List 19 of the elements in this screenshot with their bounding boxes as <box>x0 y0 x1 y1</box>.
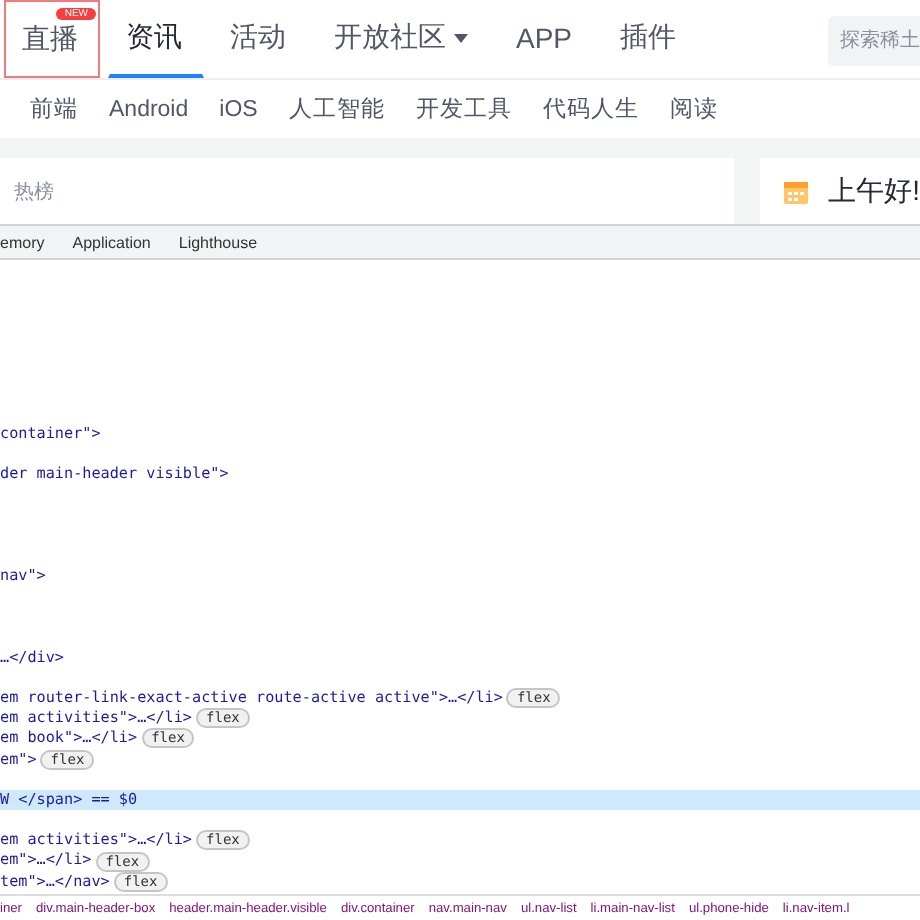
devtools-tab[interactable]: Application <box>72 233 151 251</box>
greeting-text: 上午好! <box>828 173 920 209</box>
devtools-tab[interactable]: Lighthouse <box>178 233 258 251</box>
category-link[interactable]: 人工智能 <box>288 94 385 124</box>
nav-tab[interactable]: 开放社区 <box>316 0 490 78</box>
nav-tab[interactable]: 活动 <box>212 0 308 78</box>
category-link[interactable]: 代码人生 <box>542 94 639 124</box>
category-link[interactable]: 前端 <box>30 94 78 124</box>
hot-list-title: 热榜 <box>14 179 54 205</box>
category-link[interactable]: 开发工具 <box>415 94 512 124</box>
category-link[interactable]: Android <box>109 97 189 121</box>
nav-tab[interactable]: 资讯 <box>108 0 204 78</box>
category-link[interactable]: 阅读 <box>669 94 718 124</box>
category-link[interactable]: iOS <box>219 97 258 121</box>
nav-tab[interactable]: APP <box>498 0 595 78</box>
devtools-tab[interactable]: emory <box>0 233 45 251</box>
search-field[interactable]: 探索稀土 <box>828 16 920 66</box>
nav-tab[interactable]: 插件 <box>602 0 699 78</box>
calendar-icon <box>782 177 811 205</box>
